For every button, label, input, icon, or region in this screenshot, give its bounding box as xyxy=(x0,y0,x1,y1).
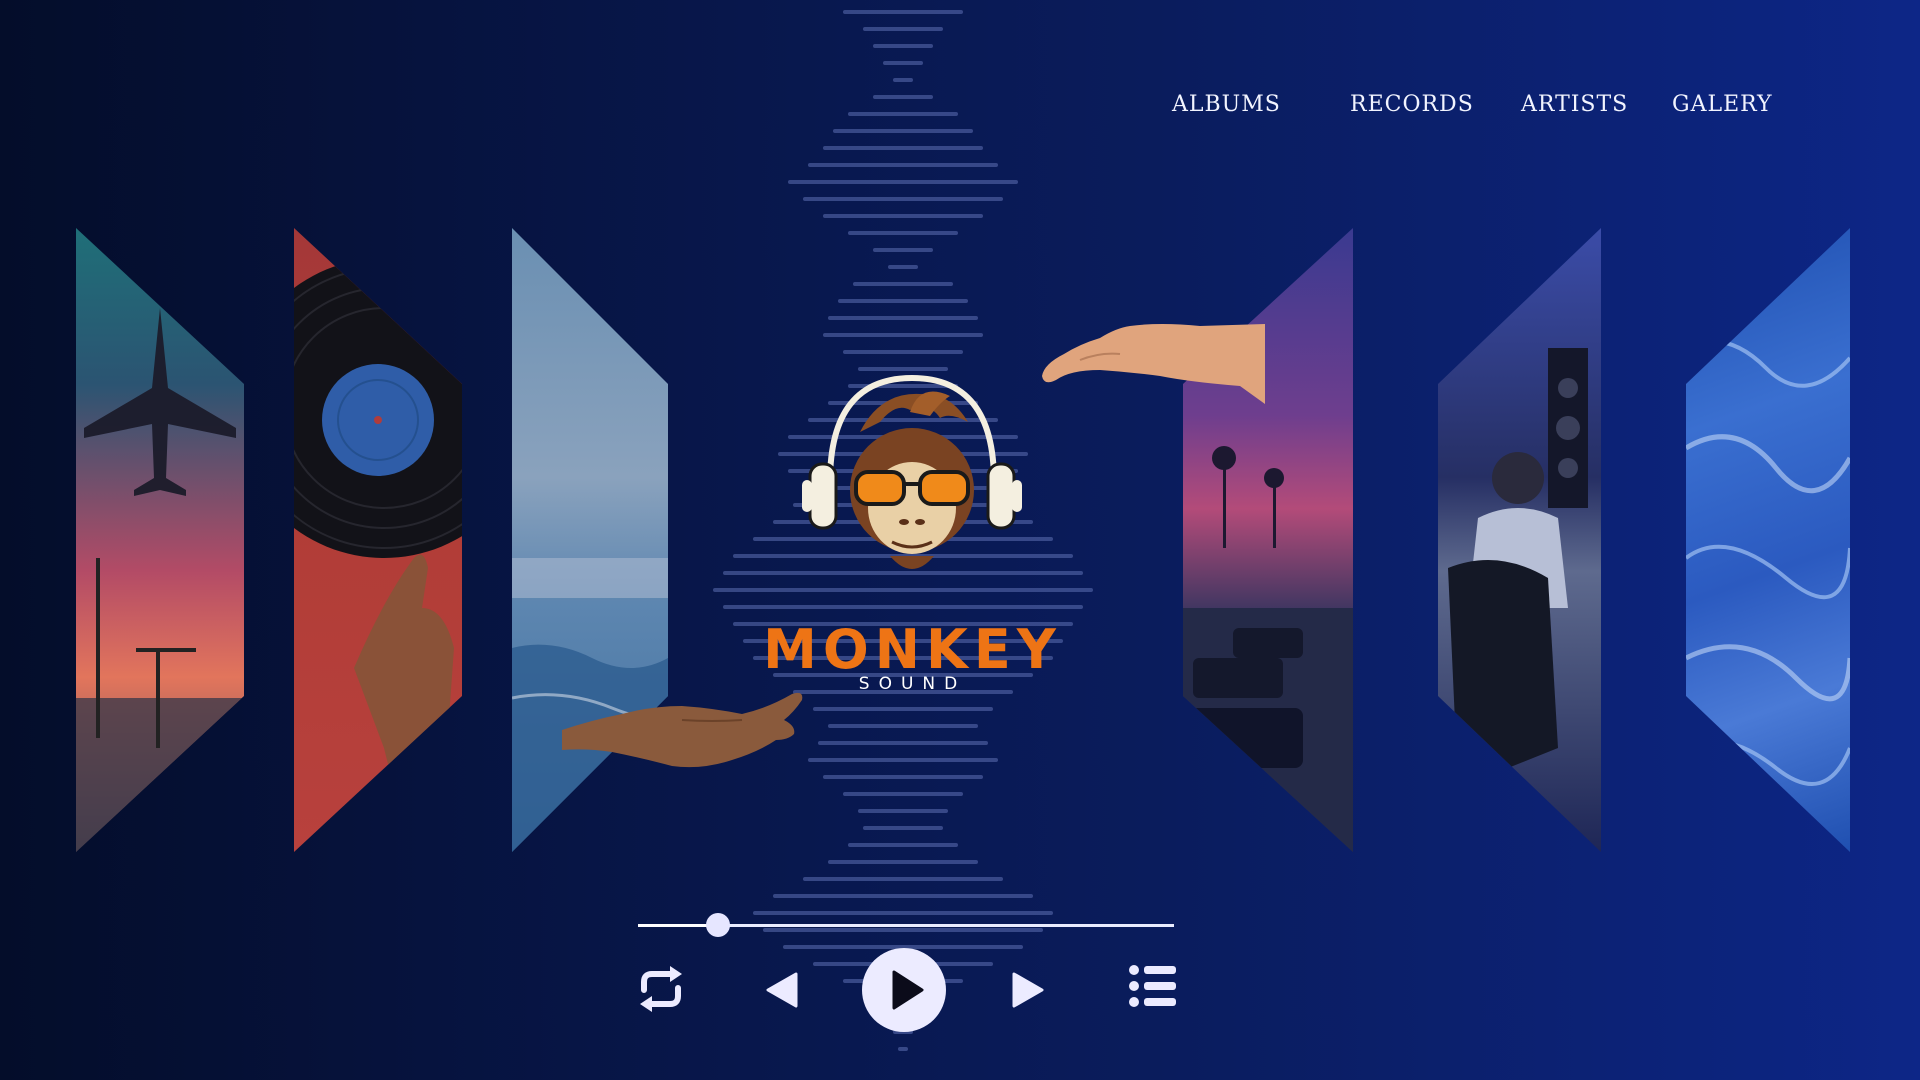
play-button[interactable] xyxy=(862,948,946,1032)
playlist-button[interactable] xyxy=(1128,964,1176,1008)
waveform-bar xyxy=(898,1047,908,1051)
next-icon xyxy=(1012,972,1044,1008)
waveform-bar xyxy=(853,282,953,286)
nav-albums[interactable]: ALBUMS xyxy=(1172,80,1281,130)
waveform-bar xyxy=(858,809,948,813)
waveform-bar xyxy=(773,894,1033,898)
waveform-bar xyxy=(808,758,998,762)
top-navigation: ALBUMS RECORDS ARTISTS GALERY xyxy=(0,80,1920,130)
waveform-bar xyxy=(723,605,1083,609)
previous-button[interactable] xyxy=(764,970,800,1010)
waveform-bar xyxy=(823,214,983,218)
waveform-bar xyxy=(803,197,1003,201)
waveform-bar xyxy=(788,180,1018,184)
waveform-bar xyxy=(763,928,1043,932)
reaching-hand-top xyxy=(1042,324,1265,404)
waveform-bar xyxy=(848,843,958,847)
waveform-bar xyxy=(813,707,993,711)
nav-artists[interactable]: ARTISTS xyxy=(1521,80,1628,130)
repeat-icon xyxy=(640,966,682,1012)
monkey-headphones-logo xyxy=(802,374,1022,569)
waveform-bar xyxy=(883,61,923,65)
repeat-button[interactable] xyxy=(636,966,686,1012)
play-icon xyxy=(892,970,924,1010)
waveform-bar xyxy=(753,911,1053,915)
waveform-bar xyxy=(808,163,998,167)
waveform-bar xyxy=(848,231,958,235)
waveform-bar xyxy=(828,724,978,728)
waveform-bar xyxy=(888,265,918,269)
nav-galery[interactable]: GALERY xyxy=(1672,80,1773,130)
nav-records[interactable]: RECORDS xyxy=(1350,80,1474,130)
waveform-bar xyxy=(823,146,983,150)
waveform-bar xyxy=(858,367,948,371)
waveform-bar xyxy=(818,741,988,745)
waveform-bar xyxy=(838,299,968,303)
airplane-landing-image[interactable] xyxy=(76,228,244,852)
waveform-bar xyxy=(873,248,933,252)
previous-icon xyxy=(766,972,798,1008)
waveform-bar xyxy=(823,333,983,337)
waveform-bar xyxy=(863,27,943,31)
brand-subtitle: SOUND xyxy=(858,674,967,694)
waveform-bar xyxy=(828,860,978,864)
waveform-bar xyxy=(843,792,963,796)
brand-title: MONKEY xyxy=(763,618,1062,681)
recording-studio-image[interactable] xyxy=(1438,228,1601,852)
waveform-bar xyxy=(843,350,963,354)
waveform-bar xyxy=(863,826,943,830)
progress-thumb[interactable] xyxy=(706,913,731,937)
reaching-hand-bottom xyxy=(562,692,803,768)
waveform-bar xyxy=(823,775,983,779)
waveform-bar xyxy=(803,877,1003,881)
waveform-bar xyxy=(843,10,963,14)
ocean-waves-image[interactable] xyxy=(1686,228,1850,852)
next-button[interactable] xyxy=(1010,970,1046,1010)
playlist-icon xyxy=(1129,965,1176,1007)
vinyl-record-hand-image[interactable] xyxy=(294,228,462,852)
progress-bar[interactable] xyxy=(638,913,1174,937)
waveform-bar xyxy=(828,316,978,320)
waveform-bar xyxy=(873,44,933,48)
